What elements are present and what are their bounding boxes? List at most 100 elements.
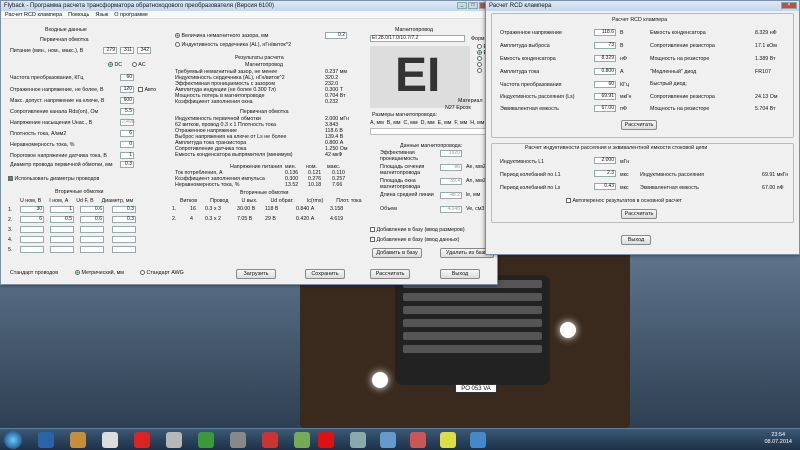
thr-label: Пороговое напряжение датчика тока, В [10, 153, 107, 159]
mag-data-input[interactable]: 48.2 [440, 192, 462, 199]
start-button[interactable] [4, 431, 22, 449]
mag-data-input[interactable]: 39.4 [440, 178, 462, 185]
auto-checkbox[interactable]: Авто [138, 87, 156, 93]
ac-radio[interactable]: AC [132, 62, 146, 68]
sec-row-input[interactable]: 0.6 [80, 216, 104, 223]
sec-row-index: 5. [8, 247, 13, 253]
gap-radio[interactable]: Величина немагнитного зазора, мм [175, 33, 268, 39]
auto-transfer-checkbox[interactable]: Автоперенос результатов в основной расче… [566, 198, 682, 204]
rcd-calc-button[interactable]: Рассчитать [621, 120, 657, 130]
menu-lang[interactable]: Язык [95, 12, 108, 18]
save-button[interactable]: Сохранить [305, 269, 345, 279]
load-button[interactable]: Загрузить [236, 269, 276, 279]
sec-row-input[interactable]: 0.5 [50, 216, 74, 223]
p1-input[interactable]: 2.3 [594, 170, 616, 177]
sec-row-input[interactable]: 6 [20, 216, 44, 223]
sec-res-cell: 0.420 А [296, 216, 315, 222]
sec-row-input[interactable] [112, 226, 136, 233]
thr-input[interactable]: 1 [120, 152, 134, 159]
ineq-input[interactable]: 0 [120, 141, 134, 148]
vin-max-input[interactable]: 342 [137, 47, 151, 54]
jd-input[interactable]: 6 [120, 130, 134, 137]
explorer-icon[interactable] [38, 432, 54, 448]
use-dia-checkbox[interactable]: Использовать диаметры проводов [8, 176, 99, 182]
menu-rcd[interactable]: Расчет RCD клампера [5, 12, 62, 18]
freq-input[interactable]: 60 [120, 74, 134, 81]
sec-row-input[interactable] [50, 226, 74, 233]
p2-input[interactable]: 0.43 [594, 183, 616, 190]
add-base-button[interactable]: Добавить в базу [372, 248, 422, 258]
sec-row-input[interactable] [20, 246, 44, 253]
opera-icon[interactable] [318, 432, 334, 448]
rcd-exit-button[interactable]: Выход [621, 235, 651, 245]
tool-icon[interactable] [230, 432, 246, 448]
l1-input[interactable]: 2.000 [594, 157, 616, 164]
sec-row-input[interactable]: 0.6 [80, 206, 104, 213]
rcd-input[interactable]: 0.800 [594, 68, 616, 75]
menu-help[interactable]: Помощь [68, 12, 89, 18]
vmax-input[interactable]: 600 [120, 97, 134, 104]
rds-input[interactable]: 5.5 [120, 108, 134, 115]
add-base2-checkbox[interactable]: Добавление в базу (ввод данных) [370, 237, 459, 243]
gap-input[interactable]: 0.2 [325, 32, 347, 39]
sec-row-input[interactable] [50, 246, 74, 253]
sec-row-input[interactable]: 30 [20, 206, 44, 213]
mag-data-input[interactable]: 86 [440, 164, 462, 171]
media-icon[interactable] [350, 432, 366, 448]
awg-radio[interactable]: Стандарт AWG [140, 270, 184, 276]
sec-row-input[interactable] [112, 246, 136, 253]
rcd-title-bar[interactable]: Расчет RCD клампера × [486, 1, 799, 11]
sec-row-input[interactable] [50, 236, 74, 243]
sec-row-input[interactable] [20, 226, 44, 233]
rcd-result-value: 5.704 Вт [755, 106, 776, 112]
exit-button[interactable]: Выход [440, 269, 480, 279]
rcd-input[interactable]: 73 [594, 42, 616, 49]
add-base1-checkbox[interactable]: Добавление в базу (ввод размеров) [370, 227, 465, 233]
sec-row-input[interactable]: 0.3 [112, 206, 136, 213]
refl-input[interactable]: 120 [120, 86, 134, 93]
core-select[interactable]: EI 28.0/17.0/10.7/7.2 [370, 35, 465, 42]
sec-row-input[interactable] [112, 236, 136, 243]
rcd-input[interactable]: 118.6 [594, 29, 616, 36]
main-title-bar[interactable]: Flyback - Программа расчета трансформато… [1, 1, 497, 11]
minimize-icon[interactable]: _ [457, 2, 467, 9]
search-icon[interactable] [380, 432, 396, 448]
sec-row-input[interactable] [80, 246, 104, 253]
maximize-icon[interactable]: □ [468, 2, 478, 9]
archive-icon[interactable] [70, 432, 86, 448]
network-icon[interactable] [198, 432, 214, 448]
rcd-input[interactable]: 8.329 [594, 55, 616, 62]
calculate-button[interactable]: Рассчитать [370, 269, 410, 279]
folder-icon[interactable] [440, 432, 456, 448]
rcd-input[interactable]: 60 [594, 81, 616, 88]
al-radio[interactable]: Индуктивность сердечника (AL), нГн/виток… [175, 42, 291, 48]
vsat-input[interactable]: 2.496 [120, 119, 135, 126]
mag-data-input[interactable]: 4.146 [440, 206, 462, 213]
sec-row-input[interactable] [80, 226, 104, 233]
document-icon[interactable] [102, 432, 118, 448]
sec-row-input[interactable]: 1 [50, 206, 74, 213]
app-sk-icon[interactable] [134, 432, 150, 448]
ls-calc-button[interactable]: Рассчитать [621, 209, 657, 219]
printer-icon[interactable] [166, 432, 182, 448]
menu-about[interactable]: О программе [114, 12, 148, 18]
clock[interactable]: 23:54 08.07.2014 [764, 432, 792, 446]
app-icon[interactable] [294, 432, 310, 448]
rcd-close-icon[interactable]: × [781, 2, 797, 9]
game-icon[interactable] [262, 432, 278, 448]
sec-row-input[interactable] [20, 236, 44, 243]
vin-nom-input[interactable]: 311 [120, 47, 134, 54]
mag-data-input[interactable]: 1920 [440, 150, 462, 157]
mag-dims-inputs[interactable] [370, 128, 495, 135]
dia-input[interactable]: 0.3 [120, 161, 134, 168]
rcd-input[interactable]: 69.91 [594, 93, 616, 100]
sec-row-input[interactable] [80, 236, 104, 243]
app2-icon[interactable] [470, 432, 486, 448]
dc-radio[interactable]: DC [108, 62, 122, 68]
flyback-icon[interactable] [410, 432, 426, 448]
metric-radio[interactable]: Метрический, мм [75, 270, 124, 276]
rcd-input[interactable]: 67.00 [594, 105, 616, 112]
sec-row-input[interactable]: 0.3 [112, 216, 136, 223]
sec-row-index: 1. [8, 207, 13, 213]
vin-min-input[interactable]: 279 [103, 47, 117, 54]
